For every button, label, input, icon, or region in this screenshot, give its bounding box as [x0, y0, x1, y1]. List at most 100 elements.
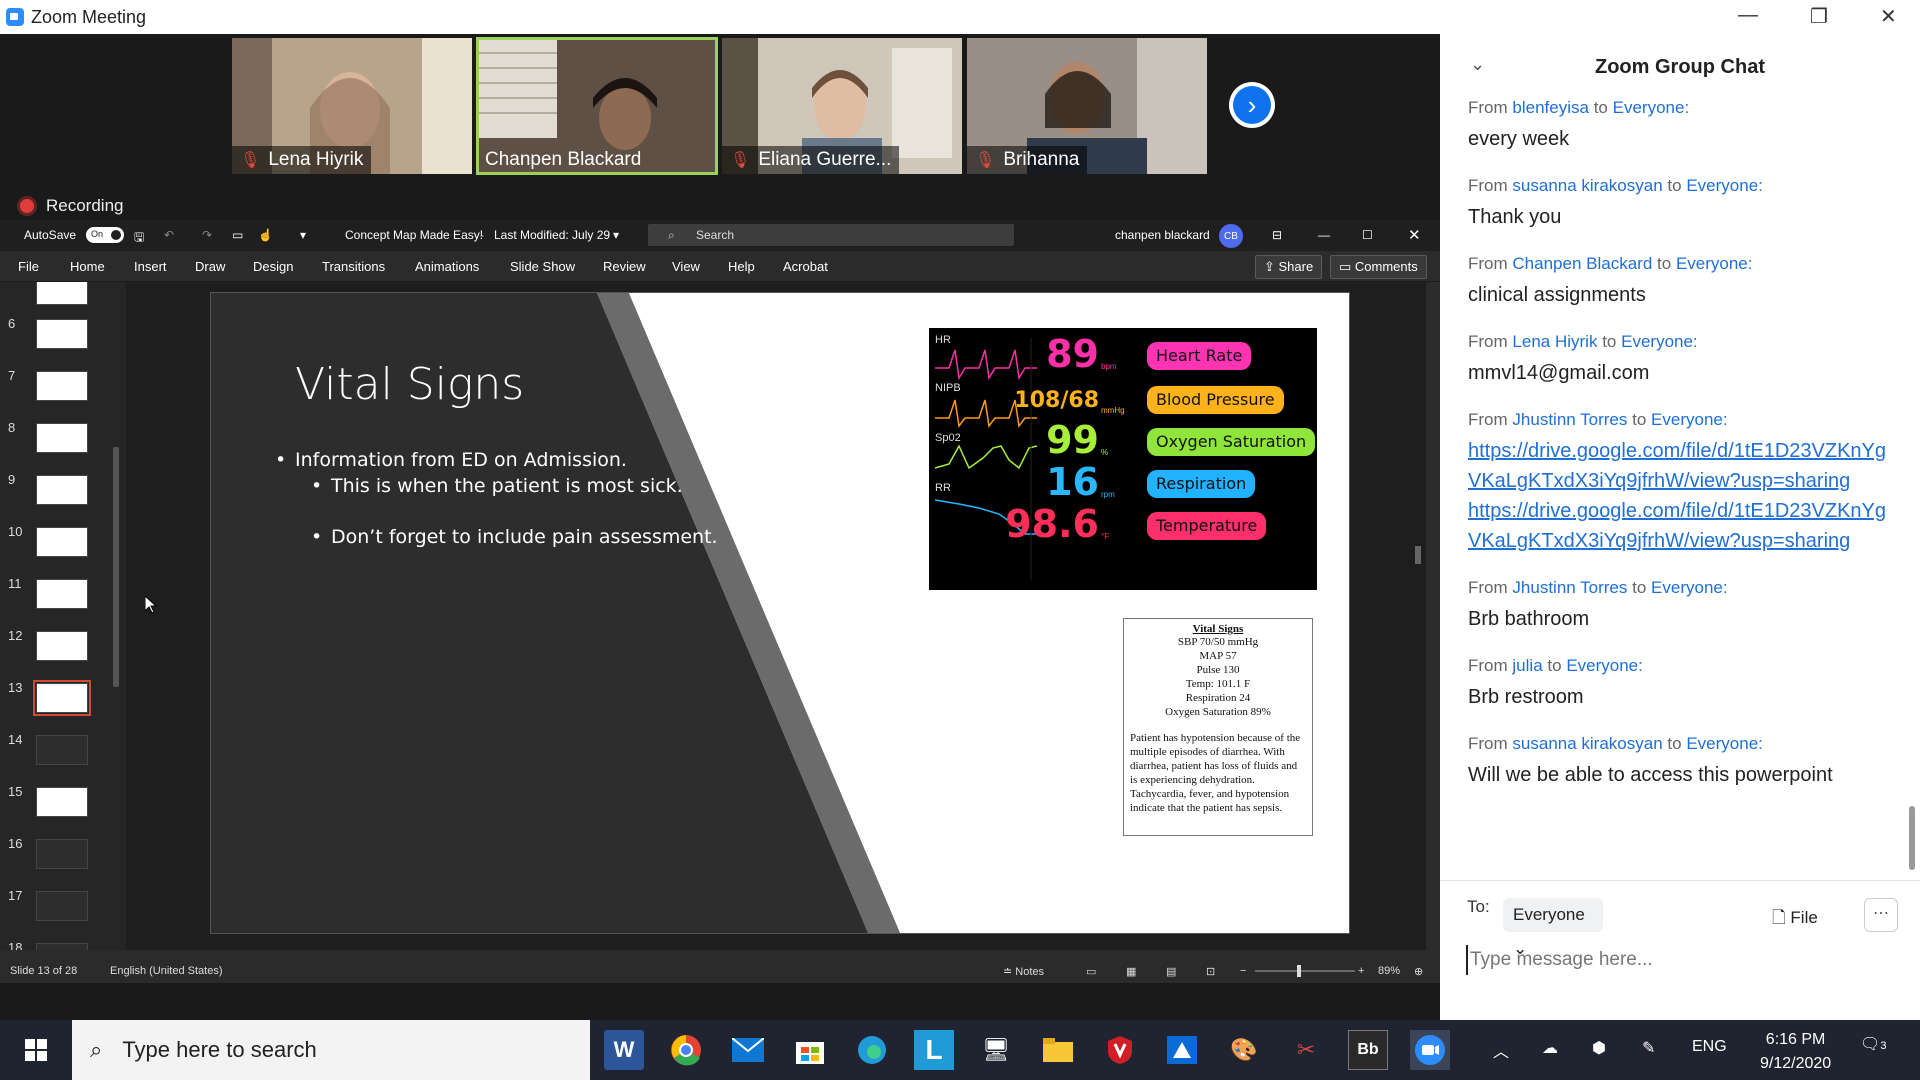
- pen-icon[interactable]: ✎: [1642, 1038, 1655, 1058]
- snipping-tool-icon[interactable]: ✂: [1286, 1030, 1326, 1070]
- next-page-button[interactable]: ›: [1229, 82, 1275, 128]
- azure-app-icon[interactable]: [1162, 1030, 1202, 1070]
- chat-scrollbar[interactable]: [1908, 96, 1916, 876]
- slide-sorter-icon[interactable]: ▦: [1126, 965, 1136, 978]
- slideshow-icon[interactable]: ⊡: [1206, 965, 1215, 978]
- zoom-out-icon[interactable]: −: [1240, 965, 1246, 977]
- mail-icon[interactable]: [728, 1030, 768, 1070]
- minimize-icon[interactable]: —: [1738, 4, 1758, 27]
- zoom-level[interactable]: 89%: [1378, 965, 1400, 977]
- close-icon[interactable]: ✕: [1880, 4, 1897, 29]
- slide-thumbnail[interactable]: 10: [0, 524, 126, 575]
- tab-draw[interactable]: Draw: [195, 259, 225, 274]
- desktop-app-icon[interactable]: 🖥: [976, 1030, 1016, 1070]
- zoom-app-icon[interactable]: [1410, 1030, 1450, 1070]
- participant-tile[interactable]: 🎙 Brihanna: [967, 38, 1207, 174]
- notification-center-icon[interactable]: 🗨3: [1860, 1034, 1886, 1054]
- share-button[interactable]: ⇪ Share: [1255, 255, 1323, 279]
- more-options-button[interactable]: ⋯: [1864, 898, 1898, 932]
- slide-thumbnail[interactable]: 18: [0, 940, 126, 950]
- tray-overflow-icon[interactable]: ︿: [1493, 1038, 1509, 1062]
- recipient-dropdown[interactable]: Everyone ⌄: [1503, 898, 1603, 958]
- slide-thumbnail[interactable]: 7: [0, 368, 126, 419]
- tab-acrobat[interactable]: Acrobat: [783, 259, 828, 274]
- slide-thumbnail[interactable]: 8: [0, 420, 126, 471]
- vital-signs-notes-box: Vital Signs SBP 70/50 mmHg MAP 57 Pulse 13…: [1123, 618, 1313, 836]
- store-icon[interactable]: [790, 1030, 830, 1070]
- slide-scrollbar[interactable]: [1410, 282, 1426, 950]
- ppt-search-box[interactable]: Search: [648, 224, 1014, 246]
- participant-tile-active[interactable]: Chanpen Blackard: [476, 37, 718, 175]
- participant-tile[interactable]: 🎙 Lena Hiyrik: [232, 38, 472, 174]
- user-avatar[interactable]: CB: [1219, 224, 1243, 248]
- touch-mode-icon[interactable]: ☝: [258, 228, 273, 242]
- tab-animations[interactable]: Animations: [415, 259, 479, 274]
- slide-thumbnail[interactable]: 9: [0, 472, 126, 523]
- slide-thumbnail-image: [36, 631, 88, 661]
- language-indicator[interactable]: ENG: [1692, 1038, 1727, 1056]
- slide-thumbnail[interactable]: 14: [0, 732, 126, 783]
- thumbnail-scrollbar[interactable]: [112, 347, 120, 950]
- close-icon[interactable]: ✕: [1408, 226, 1421, 244]
- tab-insert[interactable]: Insert: [134, 259, 167, 274]
- chevron-down-icon[interactable]: ⌄: [1470, 54, 1485, 75]
- restore-icon[interactable]: ❐: [1810, 4, 1828, 29]
- language-indicator[interactable]: English (United States): [110, 965, 223, 977]
- customize-qat-icon[interactable]: ▾: [300, 228, 306, 242]
- word-icon[interactable]: W: [604, 1030, 644, 1070]
- chat-message-input[interactable]: [1466, 945, 1896, 975]
- tab-home[interactable]: Home: [70, 259, 105, 274]
- chat-link[interactable]: https://drive.google.com/file/d/1tE1D23V…: [1468, 496, 1888, 556]
- current-slide[interactable]: Vital Signs Information from ED on Admis…: [210, 292, 1350, 934]
- zoom-in-icon[interactable]: +: [1358, 965, 1364, 977]
- onedrive-error-icon[interactable]: ☁: [1542, 1038, 1558, 1058]
- slide-thumbnail[interactable]: 16: [0, 836, 126, 887]
- tab-view[interactable]: View: [672, 259, 700, 274]
- waveforms: [934, 338, 1038, 580]
- taskbar-search[interactable]: ⌕ Type here to search: [72, 1020, 590, 1080]
- tab-transitions[interactable]: Transitions: [322, 259, 385, 274]
- undo-icon[interactable]: ↶: [164, 228, 174, 242]
- maximize-icon[interactable]: ☐: [1362, 228, 1373, 242]
- save-icon[interactable]: 🖫: [134, 228, 144, 249]
- start-button[interactable]: [0, 1020, 72, 1080]
- slide-thumbnail[interactable]: 15: [0, 784, 126, 835]
- slide-thumbnail[interactable]: 12: [0, 628, 126, 679]
- file-button[interactable]: 🗋 File: [1772, 905, 1818, 934]
- last-modified[interactable]: Last Modified: July 29: [494, 228, 610, 242]
- paint-icon[interactable]: 🎨: [1224, 1030, 1264, 1070]
- slide-thumbnail[interactable]: 11: [0, 576, 126, 627]
- slide-thumbnail[interactable]: 13: [0, 680, 126, 731]
- zoom-slider[interactable]: [1255, 965, 1355, 977]
- slide-thumbnail[interactable]: 6: [0, 316, 126, 367]
- tab-slide-show[interactable]: Slide Show: [510, 259, 575, 274]
- minimize-icon[interactable]: —: [1318, 228, 1330, 242]
- fit-slide-icon[interactable]: ⊕: [1414, 965, 1423, 978]
- reading-view-icon[interactable]: ▤: [1166, 965, 1176, 978]
- taskbar-clock[interactable]: 6:16 PM 9/12/2020: [1760, 1028, 1831, 1076]
- blackboard-icon[interactable]: Bb: [1348, 1030, 1388, 1070]
- normal-view-icon[interactable]: ▭: [1086, 965, 1096, 978]
- document-title[interactable]: Concept Map Made Easy!: [345, 228, 483, 242]
- file-explorer-icon[interactable]: [1038, 1030, 1078, 1070]
- tab-review[interactable]: Review: [603, 259, 646, 274]
- dropbox-icon[interactable]: ⬢: [1592, 1038, 1606, 1058]
- tab-help[interactable]: Help: [728, 259, 755, 274]
- participant-tile[interactable]: 🎙 Eliana Guerre...: [722, 38, 962, 174]
- security-shield-icon[interactable]: [1100, 1030, 1140, 1070]
- present-icon[interactable]: ▭: [232, 228, 243, 242]
- tab-file[interactable]: File: [18, 259, 39, 274]
- slide-thumbnail-image: [36, 735, 88, 765]
- edge-icon[interactable]: [852, 1030, 892, 1070]
- launcher-l-icon[interactable]: L: [914, 1030, 954, 1070]
- chrome-icon[interactable]: [666, 1030, 706, 1070]
- tab-design[interactable]: Design: [253, 259, 293, 274]
- notes-button[interactable]: ≐ Notes: [1003, 965, 1044, 978]
- chat-link[interactable]: https://drive.google.com/file/d/1tE1D23V…: [1468, 436, 1888, 496]
- slide-thumbnail[interactable]: 17: [0, 888, 126, 939]
- redo-icon[interactable]: ↷: [202, 228, 212, 242]
- monitor-value: 89: [1046, 332, 1099, 376]
- comments-button[interactable]: ▭ Comments: [1330, 255, 1427, 279]
- autosave-toggle[interactable]: On: [86, 227, 124, 243]
- ribbon-display-icon[interactable]: ⊟: [1272, 228, 1282, 242]
